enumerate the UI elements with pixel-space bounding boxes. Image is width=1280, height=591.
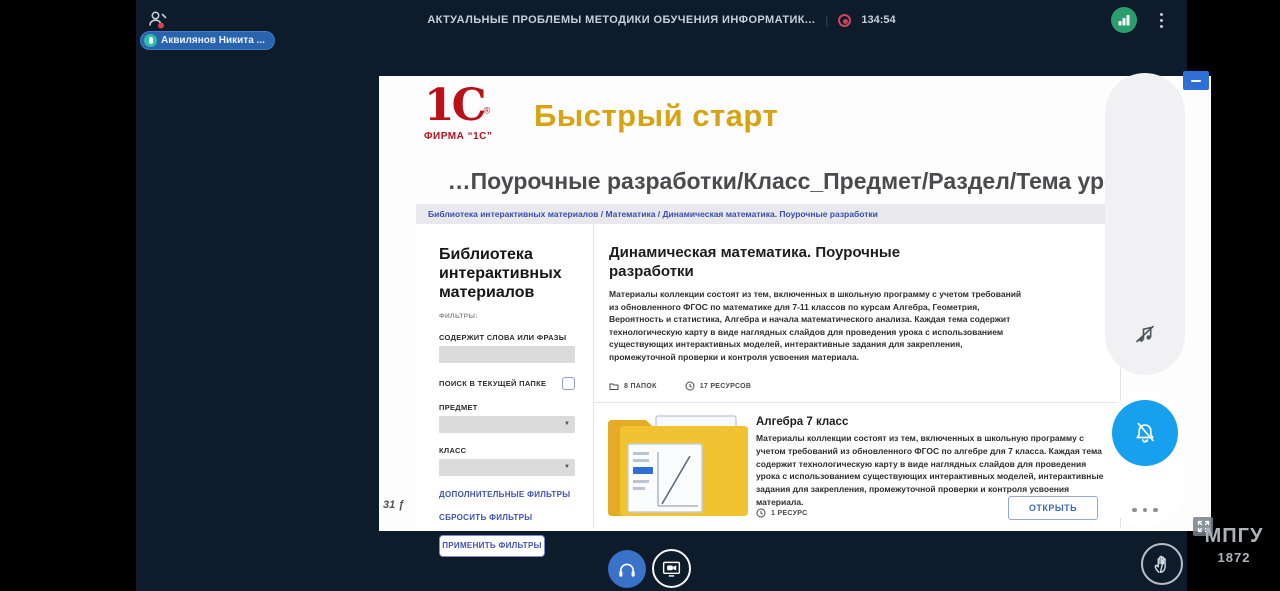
connection-quality-icon[interactable] <box>1111 7 1137 33</box>
search-input[interactable] <box>439 346 575 363</box>
speaker-audio-icon <box>144 34 157 47</box>
folder-thumbnail <box>606 410 748 520</box>
filters-label: ФИЛЬТРЫ: <box>439 313 575 320</box>
screenshot-root: АКТУАЛЬНЫЕ ПРОБЛЕМЫ МЕТОДИКИ ОБУЧЕНИЯ ИН… <box>0 0 1280 591</box>
university-watermark: МПГУ 1872 <box>1201 525 1267 565</box>
watermark-name: МПГУ <box>1201 525 1267 548</box>
folder-heading: Динамическая математика. Поурочные разра… <box>609 244 959 282</box>
card-resources-count: 1 РЕСУРС <box>771 510 807 517</box>
folders-count: 8 ПАПОК <box>624 383 657 390</box>
recording-timer: 134:54 <box>861 14 895 26</box>
divider <box>594 402 1121 403</box>
notifications-off-button[interactable] <box>1112 400 1178 466</box>
screen-share-icon <box>661 558 682 579</box>
subject-label: ПРЕДМЕТ <box>439 403 575 412</box>
filters-sidebar: Библиотека интерактивных материалов ФИЛЬ… <box>416 224 594 528</box>
screen-share-button[interactable] <box>652 549 691 588</box>
folders-icon <box>609 382 619 391</box>
active-speaker-name: Аквилянов Никита ... <box>161 35 265 46</box>
shared-screen-slide: 1С® ФИРМА “1С” Быстрый старт …Поурочные … <box>379 76 1211 531</box>
class-select[interactable] <box>439 459 575 476</box>
participants-icon[interactable] <box>146 8 170 32</box>
music-off-icon[interactable] <box>1133 322 1157 351</box>
topbar: АКТУАЛЬНЫЕ ПРОБЛЕМЫ МЕТОДИКИ ОБУЧЕНИЯ ИН… <box>136 0 1187 40</box>
folder-meta: 8 ПАПОК 17 РЕСУРСОВ <box>609 381 751 391</box>
search-label: СОДЕРЖИТ СЛОВА ИЛИ ФРАЗЫ <box>439 333 575 342</box>
registered-mark: ® <box>484 106 491 116</box>
slide-footer-note: 31 ƒ <box>383 499 404 511</box>
bell-off-icon <box>1130 418 1160 448</box>
card-meta: 1 РЕСУРС <box>756 508 807 518</box>
resource-icon <box>756 508 766 518</box>
sidebar-title: Библиотека интерактивных материалов <box>439 246 575 303</box>
resources-icon <box>685 381 695 391</box>
apply-filters-button[interactable]: ПРИМЕНИТЬ ФИЛЬТРЫ <box>439 535 545 557</box>
reset-filters-link[interactable]: СБРОСИТЬ ФИЛЬТРЫ <box>439 513 575 522</box>
headphones-icon <box>616 558 638 580</box>
more-menu-icon[interactable] <box>1152 8 1170 32</box>
hand-icon <box>1151 553 1173 575</box>
additional-filters-link[interactable]: ДОПОЛНИТЕЛЬНЫЕ ФИЛЬТРЫ <box>439 490 575 499</box>
card-title: Алгебра 7 класс <box>756 416 848 428</box>
call-area: АКТУАЛЬНЫЕ ПРОБЛЕМЫ МЕТОДИКИ ОБУЧЕНИЯ ИН… <box>136 0 1187 591</box>
active-speaker-chip[interactable]: Аквилянов Никита ... <box>140 31 275 50</box>
current-folder-checkbox[interactable] <box>562 377 575 390</box>
logo-caption: ФИРМА “1С” <box>424 131 514 142</box>
raise-hand-button[interactable] <box>1141 543 1183 585</box>
notifications-panel <box>1105 392 1185 526</box>
breadcrumb[interactable]: Библиотека интерактивных материалов / Ма… <box>416 204 1121 224</box>
logo-text: 1С <box>424 80 484 131</box>
library-app-area: Библиотека интерактивных материалов ФИЛЬ… <box>416 224 1121 528</box>
subject-select[interactable] <box>439 416 575 433</box>
topbar-divider: | <box>825 13 828 27</box>
folder-content: Динамическая математика. Поурочные разра… <box>594 224 1121 528</box>
watermark-year: 1872 <box>1201 550 1267 565</box>
recording-icon <box>838 14 851 27</box>
course-card[interactable]: Алгебра 7 класс Материалы коллекции сост… <box>606 410 1111 524</box>
open-button[interactable]: ОТКРЫТЬ <box>1008 496 1098 520</box>
slide-heading: …Поурочные разработки/Класс_Предмет/Разд… <box>379 168 1211 195</box>
minimize-icon[interactable] <box>1183 71 1209 90</box>
class-label: КЛАСС <box>439 446 575 455</box>
side-toolbar <box>1105 73 1185 375</box>
current-folder-label: ПОИСК В ТЕКУЩЕЙ ПАПКЕ <box>439 379 546 388</box>
more-options-icon[interactable] <box>1105 508 1185 513</box>
folder-description: Материалы коллекции состоят из тем, вклю… <box>609 288 1029 363</box>
meeting-title: АКТУАЛЬНЫЕ ПРОБЛЕМЫ МЕТОДИКИ ОБУЧЕНИЯ ИН… <box>427 14 815 26</box>
1c-logo: 1С® ФИРМА “1С” <box>424 84 514 142</box>
slide-title: Быстрый старт <box>534 98 778 134</box>
resources-count: 17 РЕСУРСОВ <box>700 383 752 390</box>
audio-output-button[interactable] <box>608 550 646 588</box>
